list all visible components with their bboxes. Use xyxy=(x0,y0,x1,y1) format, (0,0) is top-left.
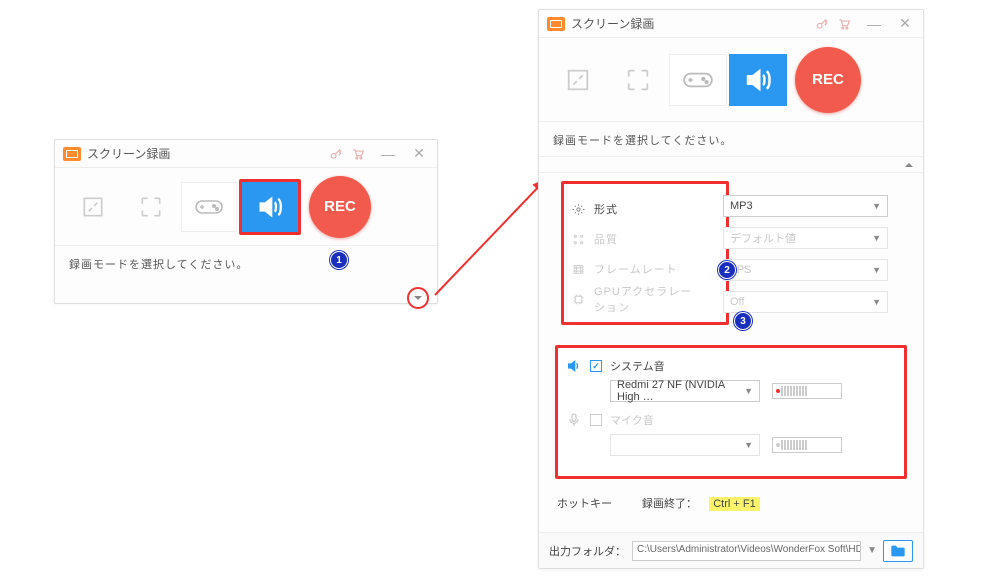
mic-level-meter xyxy=(772,437,842,453)
system-device-value: Redmi 27 NF (NVIDIA High … xyxy=(617,379,744,403)
mic-audio-controls: ▼ xyxy=(566,434,896,456)
hotkey-title: ホットキー xyxy=(557,495,612,511)
logo-icon xyxy=(547,17,565,31)
mic-audio-row: ✓ マイク音 xyxy=(566,412,896,428)
system-audio-controls: Redmi 27 NF (NVIDIA High … ▼ xyxy=(566,380,896,402)
logo-icon xyxy=(63,147,81,161)
close-icon[interactable]: ✕ xyxy=(409,145,429,162)
mode-audio[interactable] xyxy=(729,54,787,106)
marker-3: 3 xyxy=(734,312,752,330)
audio-panel-highlight: ✓ システム音 Redmi 27 NF (NVIDIA High … ▼ ✓ マ… xyxy=(555,345,907,479)
mode-region[interactable] xyxy=(549,54,607,106)
output-label: 出力フォルダ： xyxy=(549,543,626,559)
titlebar-big: スクリーン録画 — ✕ xyxy=(539,10,923,38)
chevron-down-icon: ▼ xyxy=(872,201,881,211)
chevron-down-icon: ▼ xyxy=(872,297,881,307)
minimize-icon[interactable]: — xyxy=(859,16,889,32)
hotkey-stop-key: Ctrl + F1 xyxy=(709,497,759,511)
rec-button[interactable]: REC xyxy=(795,47,861,113)
system-audio-row: ✓ システム音 xyxy=(566,358,896,374)
quality-label: 品質 xyxy=(594,231,704,247)
setting-gpu: GPUアクセラレーション xyxy=(572,284,718,314)
cart-icon[interactable] xyxy=(837,17,853,31)
output-path-field[interactable]: C:\Users\Administrator\Videos\WonderFox … xyxy=(632,541,861,561)
key-icon[interactable] xyxy=(329,147,345,161)
quality-select: デフォルト値 ▼ xyxy=(723,227,888,249)
output-row: 出力フォルダ： C:\Users\Administrator\Videos\Wo… xyxy=(539,532,923,568)
chip-icon xyxy=(572,293,594,306)
mode-game[interactable] xyxy=(669,54,727,106)
gpu-select: Off ▼ xyxy=(723,291,888,313)
instruction-text-big: 録画モードを選択してください。 xyxy=(539,122,923,157)
speaker-icon xyxy=(566,358,582,374)
system-audio-label: システム音 xyxy=(610,358,665,374)
chevron-down-icon[interactable]: ▼ xyxy=(867,545,877,556)
titlebar-small: スクリーン録画 — ✕ xyxy=(55,140,437,168)
small-window: スクリーン録画 — ✕ REC 録画モードを選択してください。 xyxy=(54,139,438,304)
cart-icon[interactable] xyxy=(351,147,367,161)
hotkey-stop-label: 録画終了： xyxy=(642,498,697,510)
mic-audio-label: マイク音 xyxy=(610,412,654,428)
gpu-label: GPUアクセラレーション xyxy=(594,283,704,315)
framerate-label: フレームレート xyxy=(594,261,704,277)
quality-value: デフォルト値 xyxy=(730,230,796,246)
settings-panel-highlight: 形式 品質 フレームレート GPUアクセラレーション xyxy=(561,181,729,325)
system-audio-checkbox[interactable]: ✓ xyxy=(590,360,602,372)
gear-icon xyxy=(572,203,594,216)
hotkey-row: ホットキー 録画終了： Ctrl + F1 xyxy=(557,495,905,511)
mode-fullscreen[interactable] xyxy=(609,54,667,106)
mic-device-select[interactable]: ▼ xyxy=(610,434,760,456)
chevron-down-icon: ▼ xyxy=(744,440,753,450)
toolbar-big: REC xyxy=(539,38,923,122)
framerate-select: FPS ▼ xyxy=(723,259,888,281)
mic-audio-checkbox[interactable]: ✓ xyxy=(590,414,602,426)
setting-format: 形式 xyxy=(572,194,718,224)
format-value: MP3 xyxy=(730,200,753,212)
mode-audio[interactable] xyxy=(242,182,298,232)
settings-selects: MP3 ▼ デフォルト値 ▼ FPS ▼ Off ▼ xyxy=(723,195,891,323)
chevron-down-icon: ▼ xyxy=(872,265,881,275)
toolbar-small: REC xyxy=(55,168,437,246)
gpu-value: Off xyxy=(730,296,744,308)
close-icon[interactable]: ✕ xyxy=(895,15,915,32)
app-title-big: スクリーン録画 xyxy=(571,15,654,32)
marker-1: 1 xyxy=(330,251,348,269)
format-select[interactable]: MP3 ▼ xyxy=(723,195,888,217)
mode-region[interactable] xyxy=(65,182,121,232)
system-device-select[interactable]: Redmi 27 NF (NVIDIA High … ▼ xyxy=(610,380,760,402)
rec-button[interactable]: REC xyxy=(309,176,371,238)
key-icon[interactable] xyxy=(815,17,831,31)
film-icon xyxy=(572,263,594,276)
chevron-down-icon: ▼ xyxy=(872,233,881,243)
minimize-icon[interactable]: — xyxy=(373,146,403,162)
instruction-text: 録画モードを選択してください。 xyxy=(55,246,437,282)
marker-2: 2 xyxy=(718,261,736,279)
setting-framerate: フレームレート xyxy=(572,254,718,284)
system-level-meter xyxy=(772,383,842,399)
setting-quality: 品質 xyxy=(572,224,718,254)
app-title: スクリーン録画 xyxy=(87,145,170,162)
chevron-up-icon xyxy=(903,160,915,170)
mode-game[interactable] xyxy=(181,182,237,232)
mode-fullscreen[interactable] xyxy=(123,182,179,232)
collapse-bar[interactable] xyxy=(539,157,923,173)
format-label: 形式 xyxy=(594,201,704,217)
chevron-down-icon: ▼ xyxy=(744,386,753,396)
mic-icon xyxy=(566,412,582,428)
sliders-icon xyxy=(572,233,594,246)
audio-mode-highlight xyxy=(239,179,301,235)
open-folder-button[interactable] xyxy=(883,540,913,562)
expand-chevron-highlight[interactable] xyxy=(407,287,429,309)
